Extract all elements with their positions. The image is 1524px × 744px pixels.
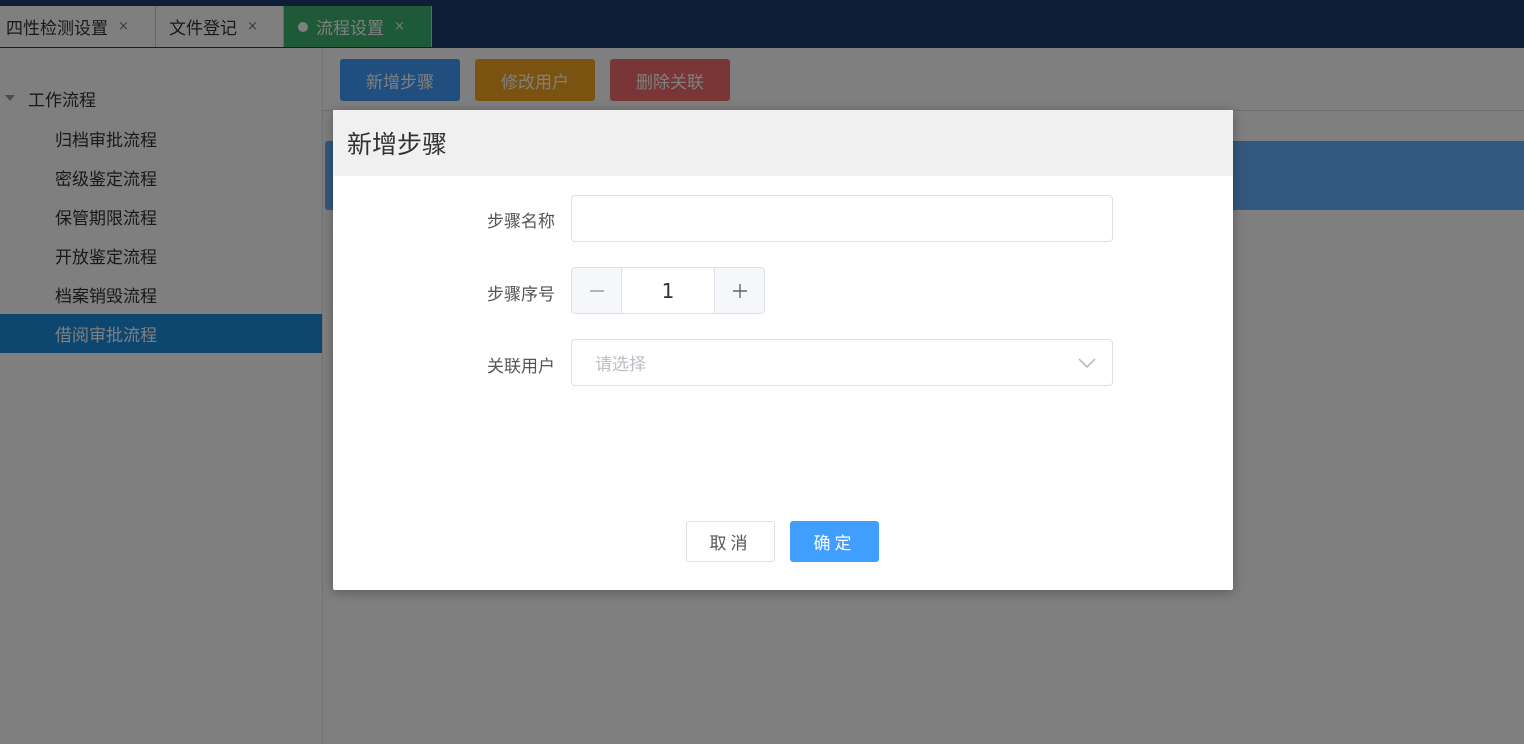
step-name-label: 步骤名称 (487, 212, 555, 232)
user-select-placeholder: 请选择 (595, 355, 646, 375)
add-step-dialog: 新增步骤 步骤名称 步骤序号 1 关联用户 请选择 取消 确定 (333, 110, 1233, 590)
step-order-value[interactable]: 1 (622, 268, 714, 313)
increment-button[interactable] (714, 268, 764, 313)
chevron-down-icon[interactable] (1078, 357, 1096, 369)
step-name-input[interactable] (571, 195, 1113, 242)
decrement-button[interactable] (572, 268, 622, 313)
confirm-button[interactable]: 确定 (790, 521, 879, 562)
cancel-button[interactable]: 取消 (686, 521, 775, 562)
step-order-label: 步骤序号 (487, 285, 555, 305)
minus-icon (589, 289, 604, 292)
dialog-header: 新增步骤 (333, 110, 1233, 176)
plus-icon (732, 283, 747, 298)
step-order-stepper[interactable]: 1 (571, 267, 765, 314)
user-label: 关联用户 (487, 357, 555, 377)
dialog-title: 新增步骤 (347, 130, 448, 159)
user-select[interactable]: 请选择 (571, 339, 1113, 386)
